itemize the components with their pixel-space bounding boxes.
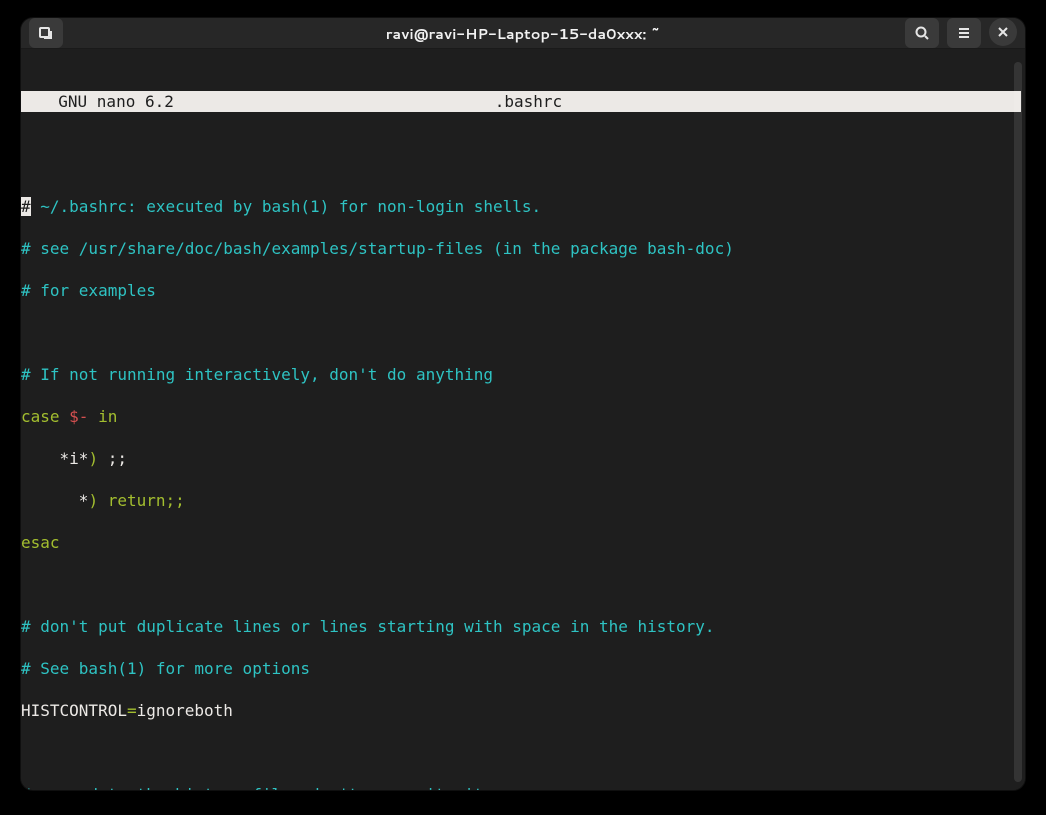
search-icon: [914, 25, 930, 41]
titlebar: ravi@ravi-HP-Laptop-15-da0xxx: ~: [21, 18, 1025, 49]
new-tab-button[interactable]: [29, 18, 63, 48]
new-tab-icon: [38, 25, 54, 41]
scrollbar-thumb[interactable]: [1014, 62, 1022, 782]
scrollbar[interactable]: [1014, 62, 1022, 782]
close-icon: [995, 24, 1011, 40]
menu-button[interactable]: [947, 18, 981, 48]
terminal-window: ravi@ravi-HP-Laptop-15-da0xxx: ~ GNU nan…: [21, 18, 1025, 790]
close-button[interactable]: [989, 18, 1017, 46]
editor-content[interactable]: # ~/.bashrc: executed by bash(1) for non…: [21, 175, 1021, 790]
cursor: #: [21, 197, 31, 216]
window-title: ravi@ravi-HP-Laptop-15-da0xxx: ~: [21, 23, 1025, 44]
terminal-area[interactable]: GNU nano 6.2.bashrc # ~/.bashrc: execute…: [21, 49, 1025, 790]
hamburger-icon: [956, 25, 972, 41]
nano-filename: .bashrc: [54, 91, 1003, 112]
nano-status-bar: GNU nano 6.2.bashrc: [21, 91, 1021, 112]
search-button[interactable]: [905, 18, 939, 48]
